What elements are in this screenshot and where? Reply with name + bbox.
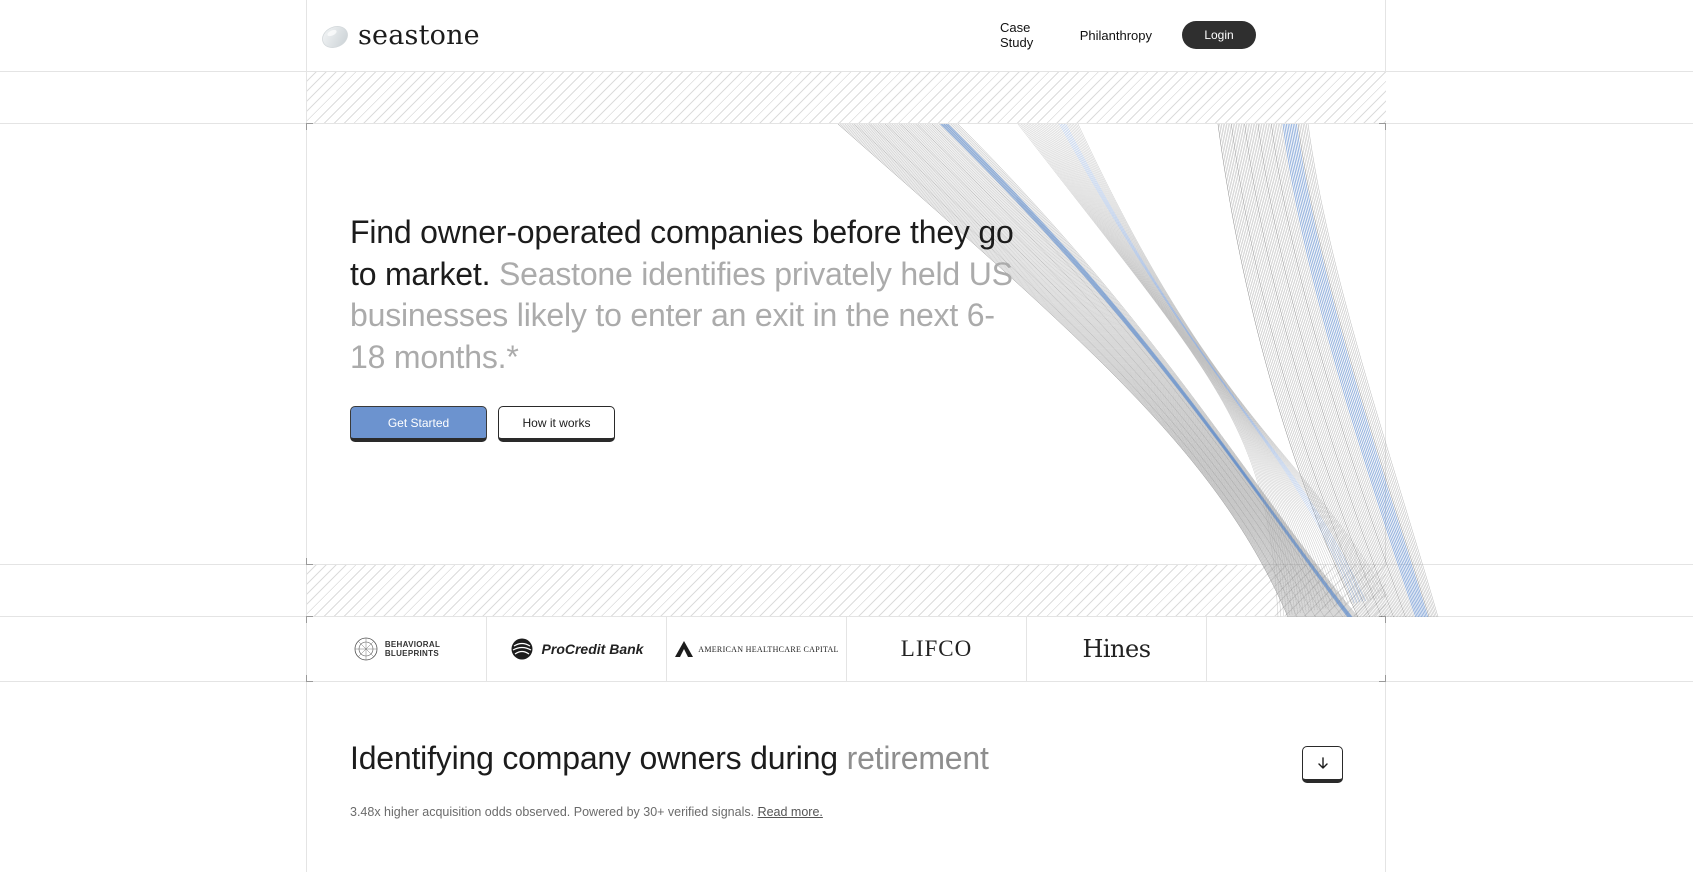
corner-mark bbox=[306, 558, 313, 565]
corner-mark bbox=[306, 123, 313, 130]
hines-name: Hines bbox=[1082, 635, 1151, 663]
scroll-down-button[interactable] bbox=[1302, 746, 1343, 783]
ahc-name: American HealthCare Capital bbox=[698, 644, 839, 654]
get-started-button[interactable]: Get Started bbox=[350, 406, 487, 442]
client-logo-procredit: ProCredit Bank bbox=[487, 617, 666, 681]
nav-philanthropy[interactable]: Philanthropy bbox=[1080, 28, 1152, 43]
procredit-globe-icon bbox=[511, 638, 533, 660]
procredit-name: ProCredit Bank bbox=[541, 641, 644, 657]
brand-name: seastone bbox=[358, 20, 480, 51]
bb-line-1: BEHAVIORAL bbox=[384, 640, 441, 649]
lifco-name: LIFCO bbox=[900, 636, 973, 661]
client-logo-hines: Hines bbox=[1027, 617, 1206, 681]
section-title-strong: Identifying company owners during bbox=[350, 740, 838, 776]
read-more-link[interactable]: Read more. bbox=[758, 805, 823, 819]
section-subtitle: 3.48x higher acquisition odds observed. … bbox=[350, 805, 823, 819]
arrow-down-icon bbox=[1317, 757, 1328, 769]
ribbon-strand bbox=[1287, 124, 1421, 617]
section-title: Identifying company owners during retire… bbox=[350, 740, 989, 777]
logo-divider bbox=[1206, 617, 1207, 681]
grid-line bbox=[306, 0, 307, 872]
nav-case-study[interactable]: Case Study bbox=[1000, 20, 1050, 50]
login-button[interactable]: Login bbox=[1182, 21, 1256, 49]
client-logo-behavioral-blueprints: BEHAVIORAL BLUEPRINTS bbox=[307, 617, 486, 681]
client-logo-ahc: American HealthCare Capital bbox=[667, 617, 846, 681]
grid-line bbox=[0, 681, 1693, 682]
client-logo-lifco: LIFCO bbox=[847, 617, 1026, 681]
top-nav: Case Study Philanthropy Login bbox=[1000, 20, 1256, 50]
hatched-band-top bbox=[307, 72, 1386, 123]
brand-logo[interactable]: seastone bbox=[320, 20, 480, 51]
behavioral-blueprints-icon bbox=[354, 637, 378, 661]
ribbon-strand bbox=[1302, 124, 1434, 617]
ribbon-strand bbox=[1053, 124, 1344, 606]
ribbon-strand bbox=[1031, 124, 1304, 613]
ahc-emblem-icon bbox=[675, 641, 694, 657]
ribbon-strand bbox=[1289, 124, 1423, 617]
section-title-muted: retirement bbox=[846, 740, 989, 776]
hero-headline: Find owner-operated companies before the… bbox=[350, 212, 1020, 378]
bb-line-2: BLUEPRINTS bbox=[384, 649, 439, 658]
how-it-works-button[interactable]: How it works bbox=[498, 406, 615, 442]
corner-mark bbox=[1379, 675, 1386, 682]
ribbon-strand bbox=[1304, 124, 1436, 617]
seastone-logo-icon bbox=[322, 25, 348, 48]
ribbon-strand bbox=[1076, 124, 1386, 598]
corner-mark bbox=[1379, 616, 1386, 623]
section-subtitle-text: 3.48x higher acquisition odds observed. … bbox=[350, 805, 755, 819]
ribbon-strand bbox=[1269, 124, 1405, 617]
